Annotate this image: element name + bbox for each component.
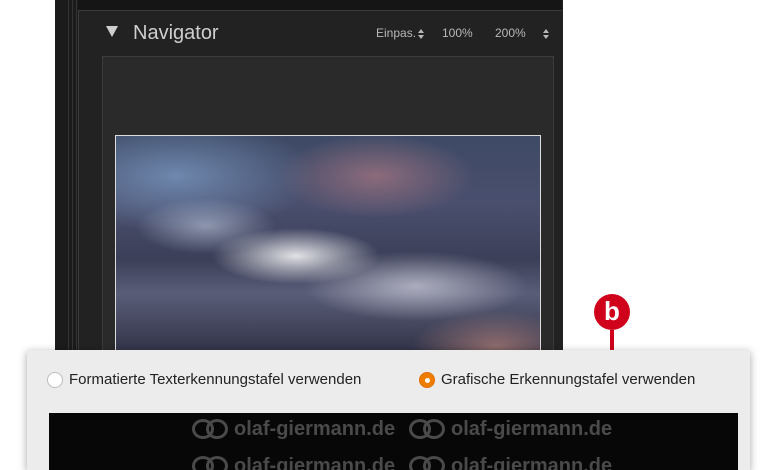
zoom-stepper[interactable] [541, 26, 550, 40]
infinity-logo-icon [409, 418, 445, 439]
panel-edge-line [68, 0, 69, 360]
infinity-logo-icon [192, 455, 228, 470]
identity-plate-dialog: Formatierte Texterkennungstafel verwende… [27, 350, 750, 470]
navigator-title: Navigator [133, 22, 219, 44]
radio-text-identity-plate-label[interactable]: Formatierte Texterkennungstafel verwende… [69, 371, 361, 388]
collapse-triangle-icon[interactable] [106, 26, 118, 37]
panel-edge-line [76, 0, 77, 360]
zoom-option-fit-label: Einpas. [376, 26, 417, 40]
navigator-preview-image[interactable] [115, 135, 541, 362]
callout-marker: b [594, 294, 630, 330]
panel-top-bar [78, 0, 562, 11]
watermark-text: olaf-giermann.de [451, 418, 613, 440]
infinity-logo-icon [192, 418, 228, 439]
infinity-logo-icon [409, 455, 445, 470]
zoom-option-100[interactable]: 100% [442, 26, 473, 40]
watermark-logo: olaf-giermann.de [192, 455, 395, 470]
stepper-arrows-icon [418, 28, 425, 39]
zoom-option-fit[interactable]: Einpas. [376, 26, 425, 40]
panel-edge-line [72, 0, 73, 360]
identity-plate-preview[interactable]: olaf-giermann.de olaf-giermann.de olaf-g… [49, 413, 738, 470]
watermark-logo: olaf-giermann.de [409, 455, 612, 470]
watermark-logo: olaf-giermann.de [192, 418, 395, 441]
watermark-text: olaf-giermann.de [234, 455, 396, 470]
stepper-arrows-icon [543, 28, 550, 39]
navigator-header[interactable]: Navigator Einpas. 100% 200% [100, 18, 560, 52]
watermark-text: olaf-giermann.de [451, 455, 613, 470]
radio-graphic-identity-plate[interactable] [419, 372, 435, 388]
zoom-option-200[interactable]: 200% [495, 26, 526, 40]
watermark-text: olaf-giermann.de [234, 418, 396, 440]
radio-text-identity-plate[interactable] [47, 372, 63, 388]
watermark-logo: olaf-giermann.de [409, 418, 612, 441]
radio-graphic-identity-plate-label[interactable]: Grafische Erkennungstafel verwenden [441, 371, 695, 388]
